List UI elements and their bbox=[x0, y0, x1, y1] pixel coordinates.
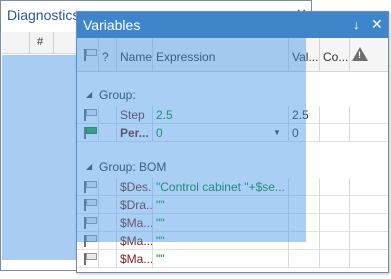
row-comment[interactable] bbox=[320, 214, 350, 232]
row-question-cell bbox=[99, 250, 117, 268]
table-row[interactable]: $Ma... "" bbox=[77, 214, 388, 232]
table-row[interactable]: Step 2.5 2.5 bbox=[77, 106, 388, 124]
flag-icon bbox=[84, 253, 98, 265]
column-header-warning[interactable]: ! bbox=[350, 38, 372, 72]
row-expression[interactable]: "" bbox=[153, 196, 289, 214]
row-value bbox=[289, 232, 320, 250]
row-flag-cell[interactable] bbox=[77, 214, 99, 232]
row-comment[interactable] bbox=[320, 124, 350, 142]
column-header-flag[interactable] bbox=[77, 38, 99, 72]
flag-icon bbox=[84, 127, 98, 139]
row-question-cell bbox=[99, 214, 117, 232]
row-comment[interactable] bbox=[320, 178, 350, 196]
row-value: 0 bbox=[289, 124, 320, 142]
column-divider bbox=[53, 32, 54, 54]
column-header-value[interactable]: Val... bbox=[289, 38, 320, 72]
collapse-arrow-icon[interactable]: ◢ bbox=[86, 90, 92, 99]
row-flag-cell[interactable] bbox=[77, 196, 99, 214]
row-name[interactable]: Per... bbox=[117, 124, 153, 142]
row-expression[interactable]: "Control cabinet "+$se... bbox=[153, 178, 289, 196]
table-row[interactable]: $Des... "Control cabinet "+$se... bbox=[77, 178, 388, 196]
flag-icon bbox=[84, 199, 98, 211]
screen: Diagnostics ↓ ✕ # Variables ↓ ✕ ? Name bbox=[0, 0, 391, 279]
flag-icon bbox=[84, 109, 98, 121]
row-value: 2.5 bbox=[289, 106, 320, 124]
flag-icon bbox=[84, 235, 98, 247]
row-name[interactable]: $Ma... bbox=[117, 232, 153, 250]
row-comment[interactable] bbox=[320, 106, 350, 124]
row-expression[interactable]: 2.5 bbox=[153, 106, 289, 124]
row-name[interactable]: $Dra... bbox=[117, 196, 153, 214]
variables-title: Variables bbox=[83, 17, 141, 33]
group-label: Group: BOM bbox=[99, 160, 167, 174]
variables-title-bar[interactable]: Variables ↓ ✕ bbox=[77, 12, 388, 38]
chevron-down-icon[interactable]: ▼ bbox=[271, 126, 283, 140]
collapse-arrow-icon[interactable]: ◢ bbox=[86, 162, 92, 171]
row-expression[interactable]: "" bbox=[153, 232, 289, 250]
table-row[interactable]: $Ma... "" bbox=[77, 250, 388, 268]
row-question-cell bbox=[99, 178, 117, 196]
flag-icon bbox=[84, 49, 98, 61]
group-header[interactable]: ◢ Group: bbox=[77, 84, 388, 106]
row-flag-cell[interactable] bbox=[77, 106, 99, 124]
variables-window: Variables ↓ ✕ ? Name Expression Val... C… bbox=[76, 11, 389, 273]
row-comment[interactable] bbox=[320, 196, 350, 214]
row-comment[interactable] bbox=[320, 232, 350, 250]
row-value bbox=[289, 250, 320, 268]
variables-grid: ? Name Expression Val... Co... ! ◢ Group… bbox=[77, 38, 388, 272]
column-header-expression[interactable]: Expression bbox=[153, 38, 289, 72]
grid-header: ? Name Expression Val... Co... ! bbox=[77, 38, 388, 72]
flag-icon bbox=[84, 181, 98, 193]
row-question-cell bbox=[99, 124, 117, 142]
close-icon[interactable]: ✕ bbox=[371, 16, 383, 33]
row-question-cell bbox=[99, 196, 117, 214]
row-name[interactable]: $Ma... bbox=[117, 214, 153, 232]
row-value bbox=[289, 178, 320, 196]
group-label: Group: bbox=[99, 88, 136, 102]
flag-icon bbox=[84, 217, 98, 229]
column-header-number[interactable]: # bbox=[37, 36, 43, 48]
row-flag-cell[interactable] bbox=[77, 250, 99, 268]
row-expression[interactable]: "" bbox=[153, 214, 289, 232]
table-row[interactable]: Per... 0 ▼ 0 bbox=[77, 124, 388, 142]
table-row[interactable]: $Ma... "" bbox=[77, 232, 388, 250]
row-flag-cell[interactable] bbox=[77, 232, 99, 250]
row-name[interactable]: $Ma... bbox=[117, 250, 153, 268]
row-expression-dropdown[interactable]: 0 ▼ bbox=[153, 124, 289, 142]
row-name[interactable]: Step bbox=[117, 106, 153, 124]
table-row[interactable]: $Dra... "" bbox=[77, 196, 388, 214]
diagnostics-title: Diagnostics bbox=[7, 7, 80, 23]
row-value bbox=[289, 214, 320, 232]
diagnostics-list-area bbox=[2, 55, 77, 260]
row-flag-cell[interactable] bbox=[77, 124, 99, 142]
row-expression[interactable]: "" bbox=[153, 250, 289, 268]
pin-icon[interactable]: ↓ bbox=[353, 17, 360, 32]
column-header-question[interactable]: ? bbox=[99, 38, 117, 72]
column-header-name[interactable]: Name bbox=[117, 38, 153, 72]
group-header[interactable]: ◢ Group: BOM bbox=[77, 156, 388, 178]
column-divider bbox=[29, 32, 30, 54]
row-name[interactable]: $Des... bbox=[117, 178, 153, 196]
row-question-cell bbox=[99, 232, 117, 250]
column-header-comment[interactable]: Co... bbox=[320, 38, 350, 72]
row-value bbox=[289, 196, 320, 214]
row-question-cell bbox=[99, 106, 117, 124]
row-flag-cell[interactable] bbox=[77, 178, 99, 196]
row-comment[interactable] bbox=[320, 250, 350, 268]
row-expression: 0 bbox=[156, 126, 163, 140]
